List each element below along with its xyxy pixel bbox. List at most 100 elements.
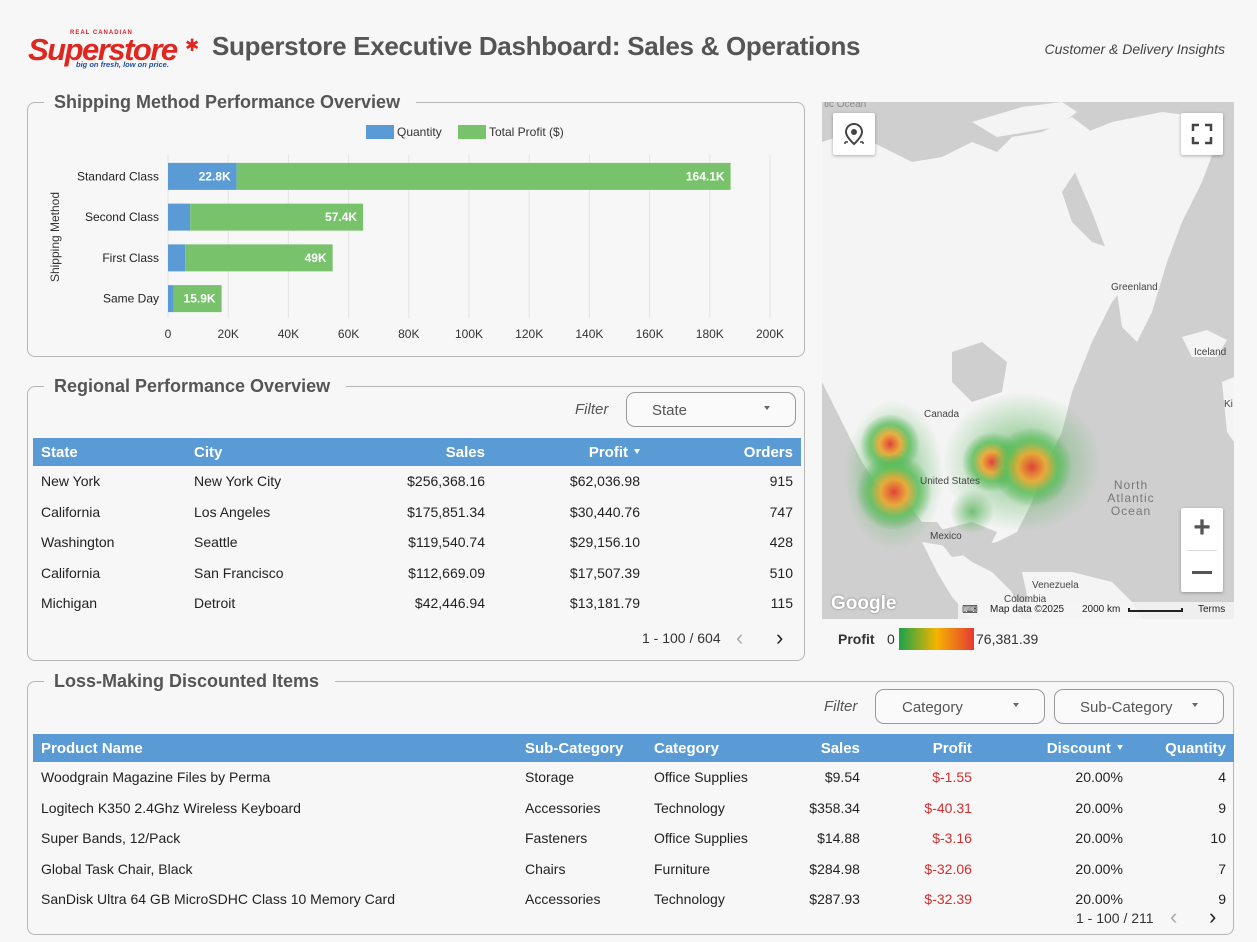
loss-filter-label: Filter (824, 698, 858, 715)
data-label: 15.9K (184, 292, 216, 306)
map-label-edge: Ki (1224, 399, 1233, 410)
y-axis-label: Shipping Method (48, 192, 62, 282)
table-row[interactable]: Global Task Chair, Black Chairs Furniture $… (33, 854, 1234, 885)
table-cell: 20.00% (1075, 830, 1123, 847)
legend-max-value: 76,381.39 (976, 631, 1039, 647)
table-cell: Washington (41, 534, 115, 551)
table-row[interactable]: Michigan Detroit $42,446.94 $13,181.79 115 (33, 588, 801, 619)
map-label-iceland: Iceland (1194, 347, 1227, 358)
prev-page-icon[interactable]: ‹ (1170, 906, 1177, 928)
state-filter-label: State (652, 402, 688, 419)
map-scale-text[interactable]: 2000 km (1082, 604, 1120, 615)
table-cell: Office Supplies (654, 830, 748, 847)
col-state[interactable]: State (33, 438, 186, 466)
col-city[interactable]: City (186, 438, 336, 466)
col-quantity[interactable]: Quantity (1130, 734, 1234, 762)
map-top-ocean-label: tic Ocean (824, 102, 867, 110)
table-row[interactable]: California Los Angeles $175,851.34 $30,440.… (33, 497, 801, 528)
heat-spot-california (856, 454, 932, 530)
table-cell: Accessories (525, 891, 601, 908)
table-row[interactable]: Logitech K350 2.4Ghz Wireless Keyboard Ac… (33, 793, 1234, 824)
col-product-name[interactable]: Product Name (33, 734, 517, 762)
table-cell: 4 (1218, 769, 1226, 786)
table-cell: Detroit (194, 595, 236, 612)
table-cell: Los Angeles (194, 503, 271, 520)
loss-table-header: Product Name Sub-Category Category Sales… (33, 734, 1234, 762)
table-cell: 428 (769, 534, 793, 551)
table-cell: 9 (1218, 799, 1226, 816)
zoom-controls: + (1181, 508, 1223, 592)
table-cell: Michigan (41, 595, 98, 612)
col-category[interactable]: Category (646, 734, 756, 762)
next-page-icon[interactable]: › (1209, 906, 1216, 928)
table-row[interactable]: Woodgrain Magazine Files by Perma Storage… (33, 762, 1234, 793)
col-orders[interactable]: Orders (648, 438, 801, 466)
regional-pager-text: 1 - 100 / 604 (642, 630, 721, 646)
subcategory-filter-label: Sub-Category (1080, 699, 1173, 716)
table-cell: Technology (654, 799, 725, 816)
x-tick-label: 100K (455, 327, 483, 341)
prev-page-icon[interactable]: ‹ (736, 627, 743, 649)
profit-heatmap-map[interactable]: tic Ocean Canada United States Mexico Gr… (822, 102, 1234, 619)
category-filter-dropdown[interactable]: Category (875, 689, 1045, 724)
table-cell: $287.93 (809, 891, 860, 908)
table-row[interactable]: SanDisk Ultra 64 GB MicroSDHC Class 10 M… (33, 884, 1234, 915)
col-profit[interactable]: Profit (867, 734, 980, 762)
table-cell: 20.00% (1075, 769, 1123, 786)
locate-me-button[interactable] (833, 113, 875, 155)
map-data-text[interactable]: Map data ©2025 (990, 604, 1064, 615)
next-page-icon[interactable]: › (776, 627, 783, 649)
col-discount-label: Discount (1046, 739, 1111, 757)
table-row[interactable]: Washington Seattle $119,540.74 $29,156.10 42… (33, 527, 801, 558)
legend-gradient-bar (899, 628, 974, 650)
data-label: 49K (305, 251, 327, 265)
table-cell: $-3.16 (932, 830, 972, 847)
subcategory-filter-dropdown[interactable]: Sub-Category (1054, 689, 1224, 724)
legend-entry: Total Profit ($) (489, 125, 564, 139)
state-filter-dropdown[interactable]: State (626, 392, 796, 427)
table-cell: $358.34 (809, 799, 860, 816)
table-cell: New York City (194, 473, 282, 490)
fullscreen-button[interactable] (1181, 113, 1223, 155)
col-sales[interactable]: Sales (755, 734, 868, 762)
x-tick-label: 200K (756, 327, 784, 341)
x-tick-label: 180K (696, 327, 724, 341)
zoom-in-button[interactable]: + (1181, 508, 1223, 550)
x-tick-label: 140K (575, 327, 603, 341)
table-cell: 7 (1218, 860, 1226, 877)
fullscreen-icon (1191, 123, 1213, 145)
table-row[interactable]: New York New York City $256,368.16 $62,036.… (33, 466, 801, 497)
map-terms-link[interactable]: Terms (1198, 604, 1225, 615)
keyboard-icon[interactable]: ⌨ (962, 603, 978, 616)
col-discount[interactable]: Discount (979, 734, 1131, 762)
maple-leaf-icon: ✱ (185, 36, 200, 55)
table-cell: $284.98 (809, 860, 860, 877)
table-cell: Furniture (654, 860, 711, 877)
table-cell: 115 (770, 595, 793, 612)
data-label: 57.4K (325, 210, 357, 224)
table-cell: Seattle (194, 534, 238, 551)
category-label: Standard Class (77, 169, 159, 183)
x-tick-label: 0 (165, 327, 172, 341)
legend-swatch (458, 125, 486, 139)
col-profit[interactable]: Profit (493, 438, 648, 466)
zoom-out-button[interactable] (1192, 571, 1212, 574)
table-cell: Fasteners (525, 830, 588, 847)
table-cell: California (41, 503, 101, 520)
location-pin-icon (844, 122, 864, 146)
bar-quantity (168, 203, 191, 231)
col-sales[interactable]: Sales (336, 438, 493, 466)
table-cell: $112,669.09 (408, 564, 485, 581)
table-row[interactable]: California San Francisco $112,669.09 $17,50… (33, 558, 801, 589)
table-row[interactable]: Super Bands, 12/Pack Fasteners Office Supp… (33, 823, 1234, 854)
table-cell: Office Supplies (654, 769, 748, 786)
legend-min-value: 0 (887, 631, 895, 647)
table-cell: $13,181.79 (569, 595, 640, 612)
table-cell: San Francisco (194, 564, 284, 581)
table-cell: Global Task Chair, Black (41, 860, 193, 877)
table-cell: $175,851.34 (407, 503, 485, 520)
dashboard-header: REAL CANADIAN Superstore ✱ big on fresh,… (0, 0, 1257, 90)
x-tick-label: 20K (218, 327, 239, 341)
col-sub-category[interactable]: Sub-Category (517, 734, 646, 762)
map-label-us: United States (920, 476, 981, 487)
